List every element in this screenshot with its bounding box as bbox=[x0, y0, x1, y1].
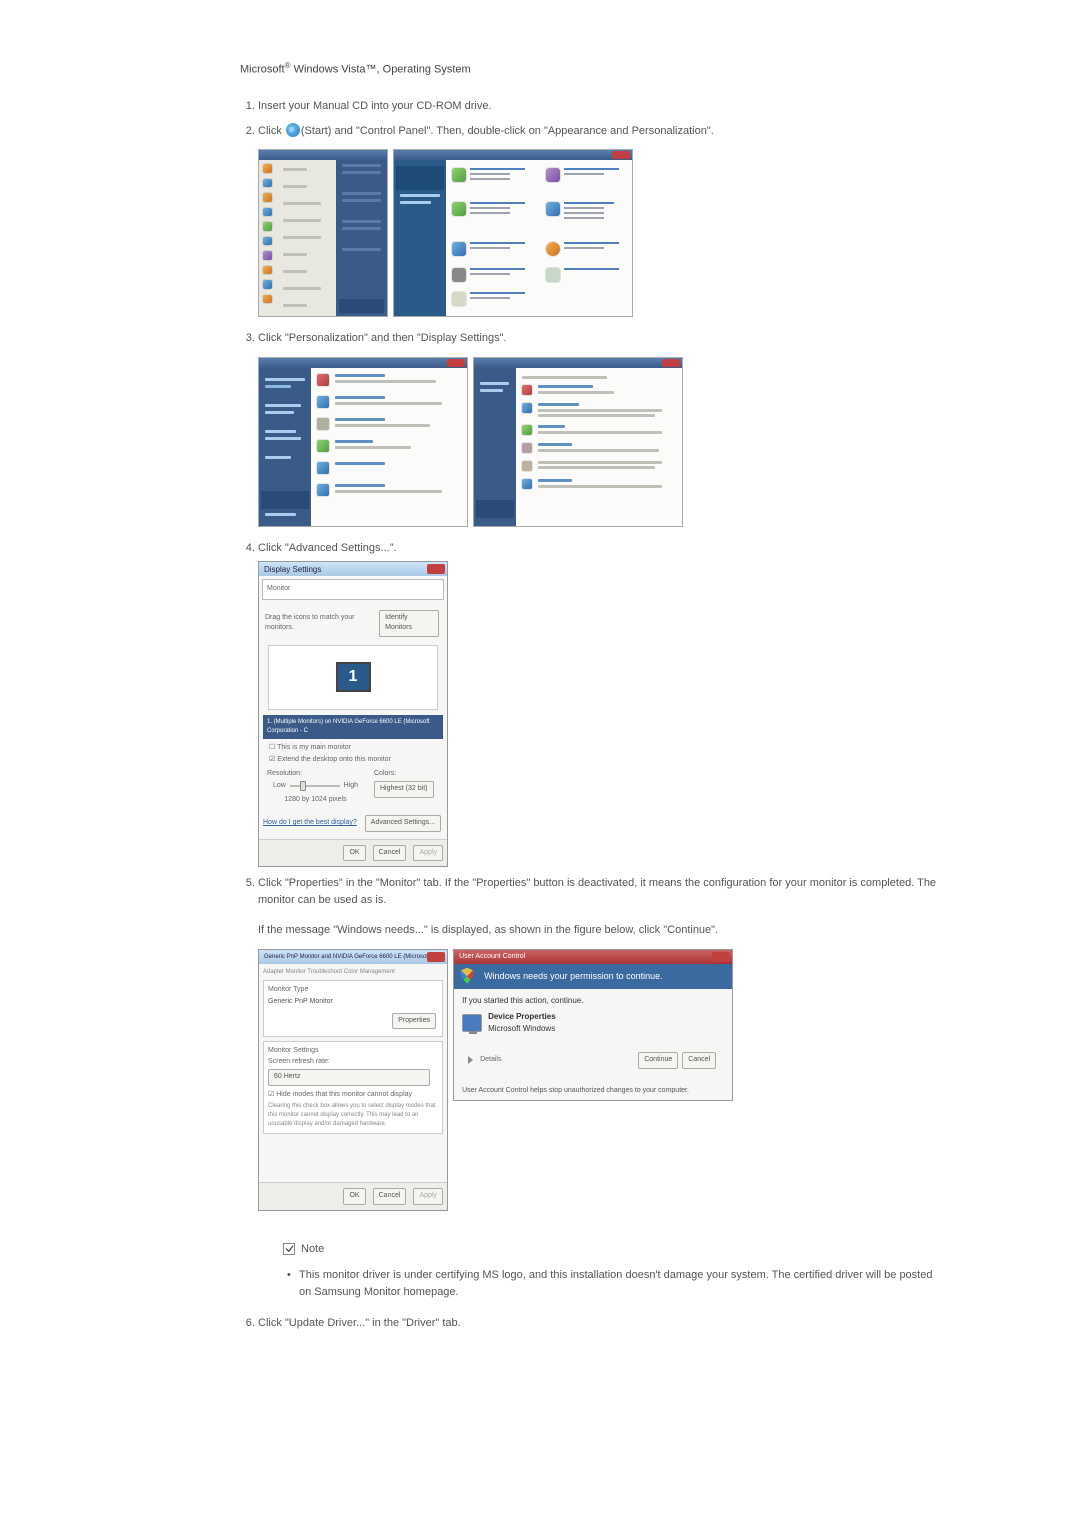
note-label: Note bbox=[301, 1241, 324, 1258]
step-1-text: Insert your Manual CD into your CD-ROM d… bbox=[258, 100, 492, 112]
monitor-settings-label: Monitor Settings bbox=[268, 1046, 438, 1057]
resolution-label: Resolution: bbox=[267, 769, 364, 780]
slider-high: High bbox=[344, 781, 358, 792]
os-suffix: Windows Vista™, Operating System bbox=[291, 64, 471, 76]
cb-extend: Extend the desktop onto this monitor bbox=[277, 756, 391, 763]
continue-button[interactable]: Continue bbox=[638, 1052, 678, 1069]
details-expand[interactable]: Details bbox=[480, 1055, 501, 1066]
generic-text: Generic PnP Monitor bbox=[268, 997, 438, 1008]
shield-icon bbox=[460, 968, 474, 984]
step-5-sub: If the message "Windows needs..." is dis… bbox=[258, 922, 940, 939]
step-4: Click "Advanced Settings...". Display Se… bbox=[258, 540, 940, 868]
step-6: Click "Update Driver..." in the "Driver"… bbox=[258, 1315, 940, 1332]
screenshot-control-panel bbox=[393, 149, 633, 317]
step-3-text: Click "Personalization" and then "Displa… bbox=[258, 332, 507, 344]
identify-button[interactable]: Identify Monitors bbox=[379, 610, 439, 637]
screenshot-personalization-detail bbox=[473, 357, 683, 527]
cancel-button[interactable]: Cancel bbox=[373, 1188, 407, 1205]
uac-topbar: User Account Control bbox=[454, 950, 530, 965]
monitor-icon bbox=[462, 1014, 482, 1032]
step-5: Click "Properties" in the "Monitor" tab.… bbox=[258, 875, 940, 1300]
uac-cancel-button[interactable]: Cancel bbox=[682, 1052, 716, 1069]
os-heading: Microsoft® Windows Vista™, Operating Sys… bbox=[240, 60, 940, 78]
close-icon bbox=[427, 564, 445, 574]
screenshot-personalization bbox=[258, 357, 468, 527]
step-2: Click (Start) and "Control Panel". Then,… bbox=[258, 123, 940, 323]
colors-select[interactable]: Highest (32 bit) bbox=[374, 781, 434, 798]
step-1: Insert your Manual CD into your CD-ROM d… bbox=[258, 98, 940, 115]
ds-tab: Monitor bbox=[262, 579, 444, 600]
colors-label: Colors: bbox=[374, 769, 439, 780]
screenshot-start-menu bbox=[258, 149, 388, 317]
cancel-button[interactable]: Cancel bbox=[373, 845, 407, 862]
start-icon bbox=[286, 123, 300, 137]
uac-foot: User Account Control helps stop unauthor… bbox=[454, 1082, 732, 1101]
step-3: Click "Personalization" and then "Displa… bbox=[258, 330, 940, 532]
hide-cb: Hide modes that this monitor cannot disp… bbox=[276, 1091, 412, 1098]
close-icon bbox=[427, 952, 445, 962]
close-icon bbox=[612, 151, 630, 159]
advanced-button[interactable]: Advanced Settings... bbox=[365, 815, 441, 832]
monitor-preview: 1 bbox=[268, 645, 438, 710]
device-line: 1. (Multiple Monitors) on NVIDIA GeForce… bbox=[263, 715, 443, 739]
steps-list: Insert your Manual CD into your CD-ROM d… bbox=[258, 98, 940, 1332]
ds-title: Display Settings bbox=[264, 565, 321, 574]
monitor-1-icon: 1 bbox=[336, 662, 371, 692]
refresh-label: Screen refresh rate: bbox=[268, 1057, 438, 1068]
ok-button[interactable]: OK bbox=[343, 845, 365, 862]
mp-title: Generic PnP Monitor and NVIDIA GeForce 6… bbox=[264, 954, 444, 960]
resolution-slider[interactable] bbox=[290, 785, 340, 787]
checkbox-icon bbox=[283, 1243, 295, 1255]
note-block: Note This monitor driver is under certif… bbox=[283, 1241, 940, 1301]
document-content: Microsoft® Windows Vista™, Operating Sys… bbox=[240, 60, 940, 1332]
refresh-select[interactable]: 60 Hertz bbox=[268, 1069, 430, 1086]
ds-drag-text: Drag the icons to match your monitors. bbox=[265, 613, 377, 634]
os-prefix: Microsoft bbox=[240, 64, 285, 76]
apply-button[interactable]: Apply bbox=[413, 1188, 443, 1205]
uac-banner-text: Windows needs your permission to continu… bbox=[484, 971, 663, 981]
properties-button[interactable]: Properties bbox=[392, 1013, 436, 1030]
screenshot-uac: User Account Control Windows needs your … bbox=[453, 949, 733, 1102]
close-icon bbox=[712, 952, 730, 962]
slider-low: Low bbox=[273, 781, 286, 792]
ok-button[interactable]: OK bbox=[343, 1188, 365, 1205]
step-2-text-a: Click bbox=[258, 125, 285, 137]
mp-tabs: Adapter Monitor Troubleshoot Color Manag… bbox=[263, 968, 443, 977]
monitor-type-label: Monitor Type bbox=[268, 985, 438, 996]
note-bullet: This monitor driver is under certifying … bbox=[283, 1267, 940, 1300]
uac-ms: Microsoft Windows bbox=[488, 1023, 556, 1035]
hide-desc: Clearing this check box allows you to se… bbox=[268, 1102, 438, 1129]
step-2-text-b: (Start) and "Control Panel". Then, doubl… bbox=[301, 125, 714, 137]
cb-main: This is my main monitor bbox=[277, 744, 351, 751]
apply-button[interactable]: Apply bbox=[413, 845, 443, 862]
help-link[interactable]: How do I get the best display? bbox=[263, 818, 357, 829]
close-icon bbox=[662, 359, 680, 367]
step-6-text: Click "Update Driver..." in the "Driver"… bbox=[258, 1317, 461, 1329]
resolution-value: 1280 by 1024 pixels bbox=[267, 794, 364, 807]
step-5-text: Click "Properties" in the "Monitor" tab.… bbox=[258, 877, 936, 906]
uac-started: If you started this action, continue. bbox=[462, 995, 724, 1007]
screenshot-monitor-properties: Generic PnP Monitor and NVIDIA GeForce 6… bbox=[258, 949, 448, 1211]
screenshot-display-settings: Display Settings Monitor Drag the icons … bbox=[258, 561, 448, 867]
step-4-text: Click "Advanced Settings...". bbox=[258, 542, 397, 554]
uac-device: Device Properties bbox=[488, 1011, 556, 1023]
close-icon bbox=[447, 359, 465, 367]
